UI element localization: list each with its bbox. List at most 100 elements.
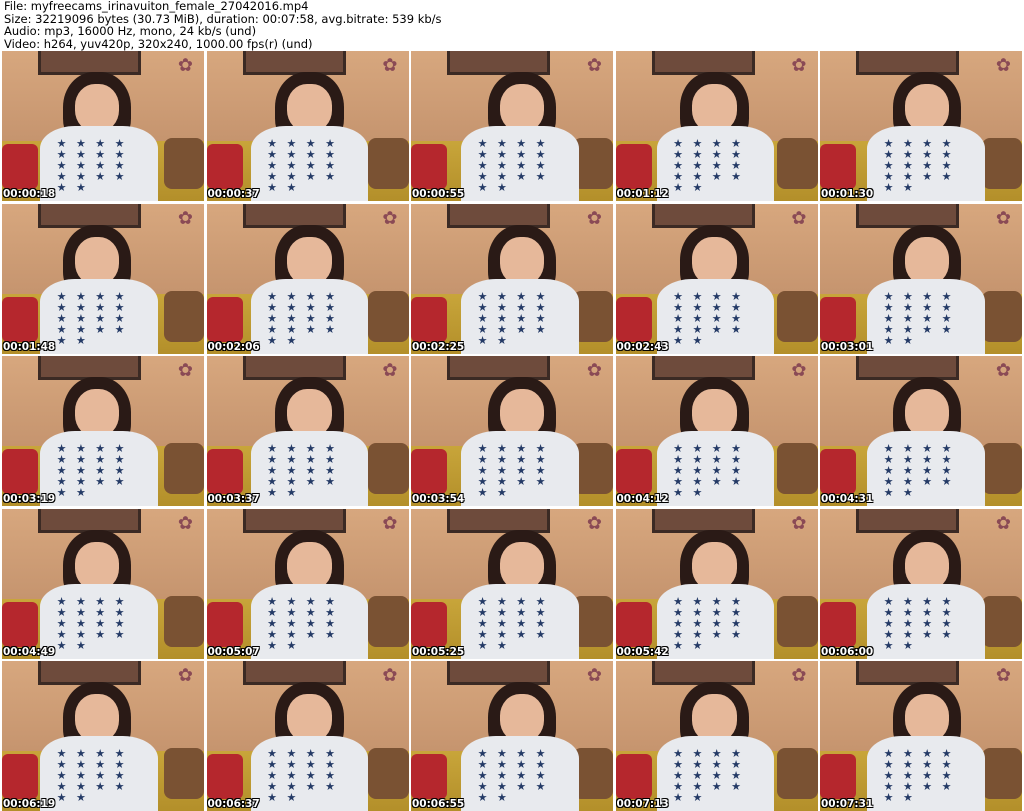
star-icon: ★ ★ ★ ★ ★ ★ ★ ★ ★ ★ ★ ★ ★ ★ ★ ★ ★ ★ — [477, 595, 549, 652]
star-icon: ★ ★ ★ ★ ★ ★ ★ ★ ★ ★ ★ ★ ★ ★ ★ ★ ★ ★ — [883, 748, 955, 804]
star-icon: ★ ★ ★ ★ ★ ★ ★ ★ ★ ★ ★ ★ ★ ★ ★ ★ ★ ★ — [883, 290, 955, 347]
star-icon: ★ ★ ★ ★ ★ ★ ★ ★ ★ ★ ★ ★ ★ ★ ★ ★ ★ ★ — [56, 443, 128, 499]
brown-pillow — [777, 290, 818, 342]
flower-icon: ✿ — [791, 512, 807, 534]
flower-icon: ✿ — [791, 360, 807, 381]
video-thumbnail[interactable]: ✿ ★ ★ ★ ★ ★ ★ ★ ★ ★ ★ ★ ★ ★ ★ ★ ★ ★ ★ 00:0… — [411, 356, 613, 506]
flower-icon: ✿ — [995, 207, 1012, 229]
person-face — [287, 389, 332, 437]
person-face — [74, 236, 120, 285]
video-thumbnail[interactable]: ✿ ★ ★ ★ ★ ★ ★ ★ ★ ★ ★ ★ ★ ★ ★ ★ ★ ★ ★ 00:0… — [206, 203, 409, 354]
video-thumbnail[interactable]: ✿ ★ ★ ★ ★ ★ ★ ★ ★ ★ ★ ★ ★ ★ ★ ★ ★ ★ ★ 00:0… — [206, 51, 409, 201]
brown-pillow — [368, 748, 409, 799]
video-thumbnail[interactable]: ✿ ★ ★ ★ ★ ★ ★ ★ ★ ★ ★ ★ ★ ★ ★ ★ ★ ★ ★ 00:0… — [411, 508, 613, 659]
person-face — [904, 236, 950, 285]
video-thumbnail[interactable]: ✿ ★ ★ ★ ★ ★ ★ ★ ★ ★ ★ ★ ★ ★ ★ ★ ★ ★ ★ 00:0… — [2, 661, 204, 811]
thumbnail-timestamp: 00:00:55 — [412, 188, 465, 200]
thumbnail-timestamp: 00:07:13 — [616, 798, 669, 810]
red-pillow — [820, 144, 857, 189]
red-pillow — [411, 296, 448, 342]
video-thumbnail[interactable]: ✿ ★ ★ ★ ★ ★ ★ ★ ★ ★ ★ ★ ★ ★ ★ ★ ★ ★ ★ 00:0… — [2, 356, 204, 506]
flower-icon: ✿ — [791, 665, 807, 686]
thumbnail-timestamp: 00:01:12 — [616, 188, 669, 200]
person-face — [692, 84, 737, 132]
wall-picture-frame — [856, 356, 960, 380]
person-face — [499, 541, 545, 590]
wall-picture-frame — [38, 508, 142, 533]
wall-picture-frame — [38, 203, 142, 228]
red-pillow — [615, 144, 652, 189]
wall-picture-frame — [447, 51, 551, 75]
thumbnail-timestamp: 00:06:55 — [412, 798, 465, 810]
video-thumbnail[interactable]: ✿ ★ ★ ★ ★ ★ ★ ★ ★ ★ ★ ★ ★ ★ ★ ★ ★ ★ ★ 00:0… — [615, 203, 818, 354]
star-icon: ★ ★ ★ ★ ★ ★ ★ ★ ★ ★ ★ ★ ★ ★ ★ ★ ★ ★ — [267, 443, 339, 499]
video-thumbnail[interactable]: ✿ ★ ★ ★ ★ ★ ★ ★ ★ ★ ★ ★ ★ ★ ★ ★ ★ ★ ★ 00:0… — [2, 508, 204, 659]
red-pillow — [206, 296, 243, 342]
star-icon: ★ ★ ★ ★ ★ ★ ★ ★ ★ ★ ★ ★ ★ ★ ★ ★ ★ ★ — [267, 595, 339, 652]
video-thumbnail[interactable]: ✿ ★ ★ ★ ★ ★ ★ ★ ★ ★ ★ ★ ★ ★ ★ ★ ★ ★ ★ 00:0… — [820, 356, 1022, 506]
video-thumbnail[interactable]: ✿ ★ ★ ★ ★ ★ ★ ★ ★ ★ ★ ★ ★ ★ ★ ★ ★ ★ ★ 00:0… — [411, 203, 613, 354]
red-pillow — [820, 754, 857, 799]
thumbnail-timestamp: 00:03:01 — [821, 340, 874, 353]
wall-picture-frame — [242, 356, 346, 380]
thumbnail-timestamp: 00:02:06 — [207, 340, 260, 353]
brown-pillow — [572, 595, 613, 647]
red-pillow — [820, 449, 857, 494]
flower-icon: ✿ — [791, 55, 807, 76]
video-thumbnail[interactable]: ✿ ★ ★ ★ ★ ★ ★ ★ ★ ★ ★ ★ ★ ★ ★ ★ ★ ★ ★ 00:0… — [411, 51, 613, 201]
person-face — [904, 694, 950, 742]
thumbnail-timestamp: 00:07:31 — [821, 798, 874, 810]
video-thumbnail[interactable]: ✿ ★ ★ ★ ★ ★ ★ ★ ★ ★ ★ ★ ★ ★ ★ ★ ★ ★ ★ 00:0… — [820, 51, 1022, 201]
red-pillow — [2, 449, 39, 494]
brown-pillow — [163, 595, 204, 647]
wall-picture-frame — [856, 508, 960, 533]
video-thumbnail[interactable]: ✿ ★ ★ ★ ★ ★ ★ ★ ★ ★ ★ ★ ★ ★ ★ ★ ★ ★ ★ 00:0… — [615, 356, 818, 506]
video-thumbnail[interactable]: ✿ ★ ★ ★ ★ ★ ★ ★ ★ ★ ★ ★ ★ ★ ★ ★ ★ ★ ★ 00:0… — [820, 661, 1022, 811]
video-thumbnail[interactable]: ✿ ★ ★ ★ ★ ★ ★ ★ ★ ★ ★ ★ ★ ★ ★ ★ ★ ★ ★ 00:0… — [820, 508, 1022, 659]
video-thumbnail[interactable]: ✿ ★ ★ ★ ★ ★ ★ ★ ★ ★ ★ ★ ★ ★ ★ ★ ★ ★ ★ 00:0… — [615, 661, 818, 811]
red-pillow — [411, 144, 448, 189]
brown-pillow — [368, 595, 409, 647]
video-thumbnail[interactable]: ✿ ★ ★ ★ ★ ★ ★ ★ ★ ★ ★ ★ ★ ★ ★ ★ ★ ★ ★ 00:0… — [206, 508, 409, 659]
red-pillow — [615, 449, 652, 494]
brown-pillow — [368, 290, 409, 342]
thumbnail-timestamp: 00:01:48 — [3, 340, 56, 353]
person-face — [904, 541, 950, 590]
thumbnail-timestamp: 00:02:43 — [616, 340, 669, 353]
video-thumbnail[interactable]: ✿ ★ ★ ★ ★ ★ ★ ★ ★ ★ ★ ★ ★ ★ ★ ★ ★ ★ ★ 00:0… — [615, 51, 818, 201]
flower-icon: ✿ — [177, 360, 194, 381]
person-face — [692, 541, 737, 590]
video-info-line: Video: h264, yuv420p, 320x240, 1000.00 f… — [4, 36, 313, 51]
video-thumbnail[interactable]: ✿ ★ ★ ★ ★ ★ ★ ★ ★ ★ ★ ★ ★ ★ ★ ★ ★ ★ ★ 00:0… — [820, 203, 1022, 354]
video-thumbnail[interactable]: ✿ ★ ★ ★ ★ ★ ★ ★ ★ ★ ★ ★ ★ ★ ★ ★ ★ ★ ★ 00:0… — [2, 51, 204, 201]
wall-picture-frame — [651, 203, 755, 228]
flower-icon: ✿ — [995, 360, 1012, 381]
video-thumbnail[interactable]: ✿ ★ ★ ★ ★ ★ ★ ★ ★ ★ ★ ★ ★ ★ ★ ★ ★ ★ ★ 00:0… — [206, 661, 409, 811]
video-thumbnail[interactable]: ✿ ★ ★ ★ ★ ★ ★ ★ ★ ★ ★ ★ ★ ★ ★ ★ ★ ★ ★ 00:0… — [2, 203, 204, 354]
star-icon: ★ ★ ★ ★ ★ ★ ★ ★ ★ ★ ★ ★ ★ ★ ★ ★ ★ ★ — [673, 290, 745, 347]
flower-icon: ✿ — [586, 207, 603, 229]
flower-icon: ✿ — [791, 207, 807, 229]
flower-icon: ✿ — [995, 55, 1012, 76]
brown-pillow — [981, 595, 1022, 647]
wall-picture-frame — [242, 661, 346, 685]
thumbnail-timestamp: 00:04:12 — [616, 493, 669, 505]
wall-picture-frame — [447, 661, 551, 685]
star-icon: ★ ★ ★ ★ ★ ★ ★ ★ ★ ★ ★ ★ ★ ★ ★ ★ ★ ★ — [477, 138, 549, 194]
person-face — [499, 389, 545, 437]
video-thumbnail[interactable]: ✿ ★ ★ ★ ★ ★ ★ ★ ★ ★ ★ ★ ★ ★ ★ ★ ★ ★ ★ 00:0… — [411, 661, 613, 811]
star-icon: ★ ★ ★ ★ ★ ★ ★ ★ ★ ★ ★ ★ ★ ★ ★ ★ ★ ★ — [477, 290, 549, 347]
thumbnail-timestamp: 00:05:25 — [412, 645, 465, 658]
person-face — [904, 389, 950, 437]
red-pillow — [2, 754, 39, 799]
wall-picture-frame — [651, 51, 755, 75]
star-icon: ★ ★ ★ ★ ★ ★ ★ ★ ★ ★ ★ ★ ★ ★ ★ ★ ★ ★ — [267, 138, 339, 194]
video-thumbnail[interactable]: ✿ ★ ★ ★ ★ ★ ★ ★ ★ ★ ★ ★ ★ ★ ★ ★ ★ ★ ★ 00:0… — [615, 508, 818, 659]
red-pillow — [411, 754, 448, 799]
star-icon: ★ ★ ★ ★ ★ ★ ★ ★ ★ ★ ★ ★ ★ ★ ★ ★ ★ ★ — [56, 138, 128, 194]
flower-icon: ✿ — [995, 512, 1012, 534]
star-icon: ★ ★ ★ ★ ★ ★ ★ ★ ★ ★ ★ ★ ★ ★ ★ ★ ★ ★ — [267, 748, 339, 804]
video-thumbnail[interactable]: ✿ ★ ★ ★ ★ ★ ★ ★ ★ ★ ★ ★ ★ ★ ★ ★ ★ ★ ★ 00:0… — [206, 356, 409, 506]
flower-icon: ✿ — [382, 360, 398, 381]
person-face — [74, 694, 120, 742]
